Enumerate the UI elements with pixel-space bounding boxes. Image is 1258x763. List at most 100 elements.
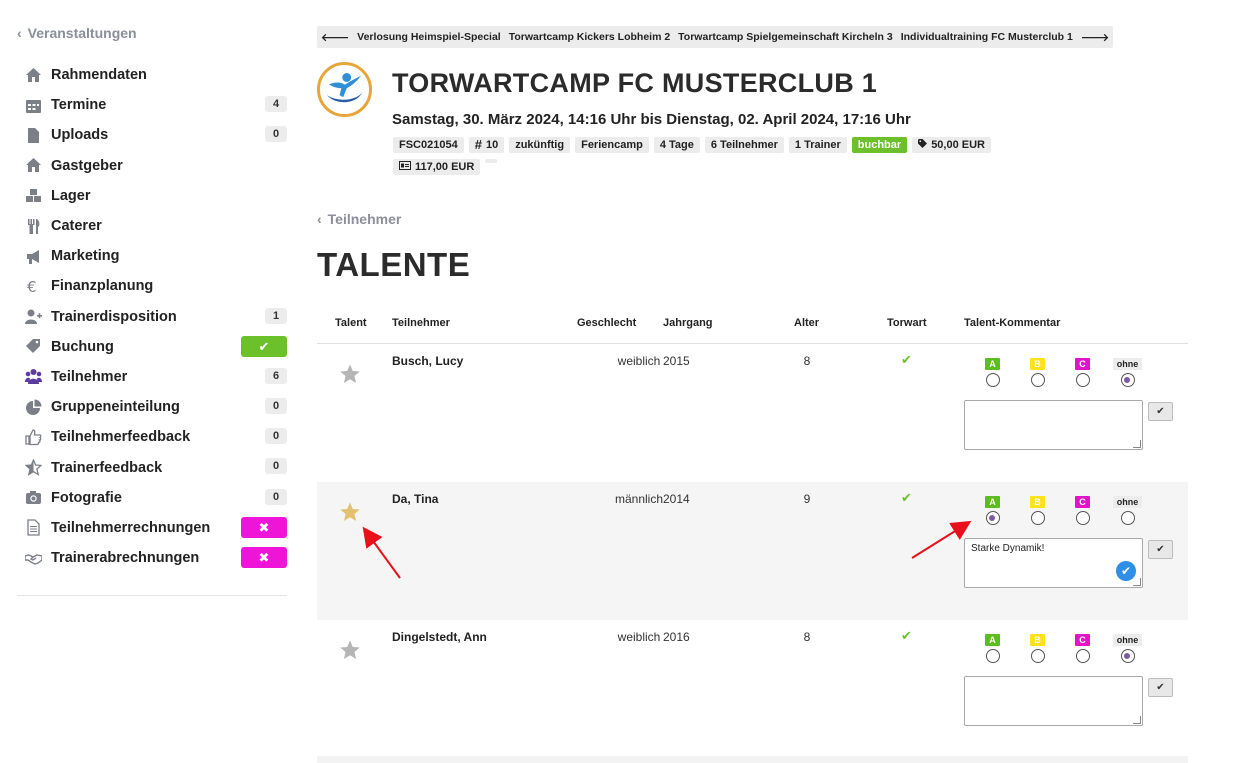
price-card-tag: 117,00 EUR: [393, 159, 481, 175]
resize-grip-icon[interactable]: [1133, 440, 1141, 448]
column-header-talent[interactable]: Talent: [335, 317, 367, 329]
cutlery-icon: [23, 217, 43, 235]
grade-radio-ohne[interactable]: [1120, 373, 1135, 387]
column-header-birth-year[interactable]: Jahrgang: [663, 317, 713, 329]
sidebar-item-termine[interactable]: Termine 4: [17, 90, 287, 120]
users-icon: [23, 368, 43, 386]
pie-chart-icon: [23, 398, 43, 416]
sidebar-item-rahmendaten[interactable]: Rahmendaten: [17, 60, 287, 90]
grade-label: B: [1030, 358, 1045, 370]
sidebar-item-label: Gastgeber: [51, 157, 123, 174]
talent-comment-textarea[interactable]: [964, 676, 1143, 726]
sidebar-item-label: Marketing: [51, 248, 120, 265]
breadcrumb-item[interactable]: Individualtraining FC Musterclub 1: [901, 31, 1073, 43]
sidebar-item-label: Uploads: [51, 127, 109, 144]
sidebar-item-uploads[interactable]: Uploads 0: [17, 120, 287, 150]
sidebar-item-teilnehmerfeedback[interactable]: Teilnehmerfeedback 0: [17, 422, 287, 452]
talent-comment-textarea[interactable]: Starke Dynamik! ✔: [964, 538, 1143, 588]
star-half-icon: [23, 459, 43, 477]
grade-label: B: [1030, 634, 1045, 646]
sidebar-item-gruppeneinteilung[interactable]: Gruppeneinteilung 0: [17, 392, 287, 422]
save-comment-button[interactable]: ✔: [1148, 402, 1173, 421]
grade-option: A: [977, 494, 1008, 525]
talent-star-icon[interactable]: [339, 501, 361, 523]
grade-label: B: [1030, 496, 1045, 508]
column-header-goalkeeper[interactable]: Torwart: [887, 317, 927, 329]
sidebar-item-trainerabrechnungen[interactable]: Trainerabrechnungen ✖: [17, 543, 287, 573]
back-to-events-link[interactable]: ‹ Veranstaltungen: [17, 24, 287, 42]
grade-radio-b[interactable]: [1030, 649, 1045, 663]
breadcrumb-item[interactable]: Torwartcamp Spielgemeinschaft Kircheln 3: [678, 31, 893, 43]
sidebar-item-marketing[interactable]: Marketing: [17, 241, 287, 271]
sidebar-item-label: Caterer: [51, 218, 102, 235]
svg-text:€: €: [27, 278, 37, 295]
sidebar-item-caterer[interactable]: Caterer: [17, 211, 287, 241]
event-status-tag: zukünftig: [509, 137, 571, 153]
talent-comment-textarea[interactable]: [964, 400, 1143, 450]
sidebar: ‹ Veranstaltungen Rahmendaten Termine 4 Upl…: [17, 24, 287, 596]
column-header-age[interactable]: Alter: [794, 317, 819, 329]
grade-radio-c[interactable]: [1075, 373, 1090, 387]
next-event-arrow-icon[interactable]: 🡒: [1081, 31, 1109, 44]
event-title: TORWARTCAMP FC MUSTERCLUB 1: [392, 68, 878, 98]
grade-label: A: [985, 634, 1000, 646]
resize-grip-icon[interactable]: [1133, 716, 1141, 724]
grade-label: ohne: [1112, 634, 1143, 646]
grade-label: C: [1075, 634, 1090, 646]
sidebar-item-finanzplanung[interactable]: € Finanzplanung: [17, 271, 287, 301]
column-header-gender[interactable]: Geschlecht: [577, 317, 636, 329]
sidebar-item-trainerdisposition[interactable]: Trainerdisposition 1: [17, 302, 287, 332]
sidebar-item-label: Rahmendaten: [51, 67, 147, 84]
grade-radio-b[interactable]: [1030, 511, 1045, 525]
sidebar-divider: [17, 595, 287, 596]
column-header-talent-comment[interactable]: Talent-Kommentar: [964, 317, 1060, 329]
participant-birth-year: 2016: [663, 630, 690, 644]
handshake-icon: [23, 549, 43, 567]
sidebar-item-fotografie[interactable]: Fotografie 0: [17, 483, 287, 513]
save-comment-button[interactable]: ✔: [1148, 540, 1173, 559]
price-card-value: 117,00 EUR: [415, 161, 475, 173]
grade-radio-b[interactable]: [1030, 373, 1045, 387]
calendar-icon: [23, 96, 43, 114]
grade-radio-a[interactable]: [985, 649, 1000, 663]
grade-radio-a[interactable]: [985, 373, 1000, 387]
sidebar-item-label: Teilnehmerrechnungen: [51, 519, 211, 536]
column-header-participant[interactable]: Teilnehmer: [392, 317, 450, 329]
grade-radio-a[interactable]: [985, 511, 1000, 525]
prev-event-arrow-icon[interactable]: 🡐: [321, 31, 349, 44]
breadcrumb-item[interactable]: Torwartcamp Kickers Lobheim 2: [509, 31, 670, 43]
participant-age: 8: [803, 630, 811, 644]
sidebar-item-teilnehmerrechnungen[interactable]: Teilnehmerrechnungen ✖: [17, 513, 287, 543]
sidebar-item-label: Trainerdisposition: [51, 308, 177, 325]
sidebar-item-trainerfeedback[interactable]: Trainerfeedback 0: [17, 452, 287, 482]
bookable-badge: buchbar: [851, 137, 908, 153]
sidebar-item-status-missing-badge: ✖: [241, 547, 287, 568]
back-to-participants-link[interactable]: ‹ Teilnehmer: [317, 211, 401, 227]
bookable-label: buchbar: [857, 139, 902, 151]
talent-star-icon[interactable]: [339, 639, 361, 661]
tag-icon: [23, 338, 43, 356]
sidebar-item-gastgeber[interactable]: Gastgeber: [17, 151, 287, 181]
price-tag-icon: [918, 137, 928, 153]
back-to-events-label: Veranstaltungen: [27, 25, 137, 41]
grade-radio-ohne[interactable]: [1120, 649, 1135, 663]
grade-radio-c[interactable]: [1075, 649, 1090, 663]
grade-radio-c[interactable]: [1075, 511, 1090, 525]
sidebar-item-label: Gruppeneinteilung: [51, 399, 180, 416]
sidebar-item-count-badge: 6: [265, 367, 287, 384]
participant-name: Dingelstedt, Ann: [392, 630, 487, 644]
talent-star-icon[interactable]: [339, 363, 361, 385]
save-comment-button[interactable]: ✔: [1148, 678, 1173, 697]
sidebar-item-count-badge: 0: [265, 428, 287, 445]
sidebar-item-buchung[interactable]: Buchung ✔: [17, 332, 287, 362]
sidebar-item-lager[interactable]: Lager: [17, 181, 287, 211]
resize-grip-icon[interactable]: [1133, 578, 1141, 586]
grade-option: B: [1022, 494, 1053, 525]
breadcrumb-item[interactable]: Verlosung Heimspiel-Special: [357, 31, 501, 43]
sidebar-item-teilnehmer[interactable]: Teilnehmer 6: [17, 362, 287, 392]
participant-count-tag: 6 Teilnehmer: [704, 137, 784, 153]
megaphone-icon: [23, 247, 43, 265]
grade-radio-ohne[interactable]: [1120, 511, 1135, 525]
back-to-participants-label: Teilnehmer: [327, 211, 402, 227]
sidebar-item-label: Fotografie: [51, 489, 122, 506]
